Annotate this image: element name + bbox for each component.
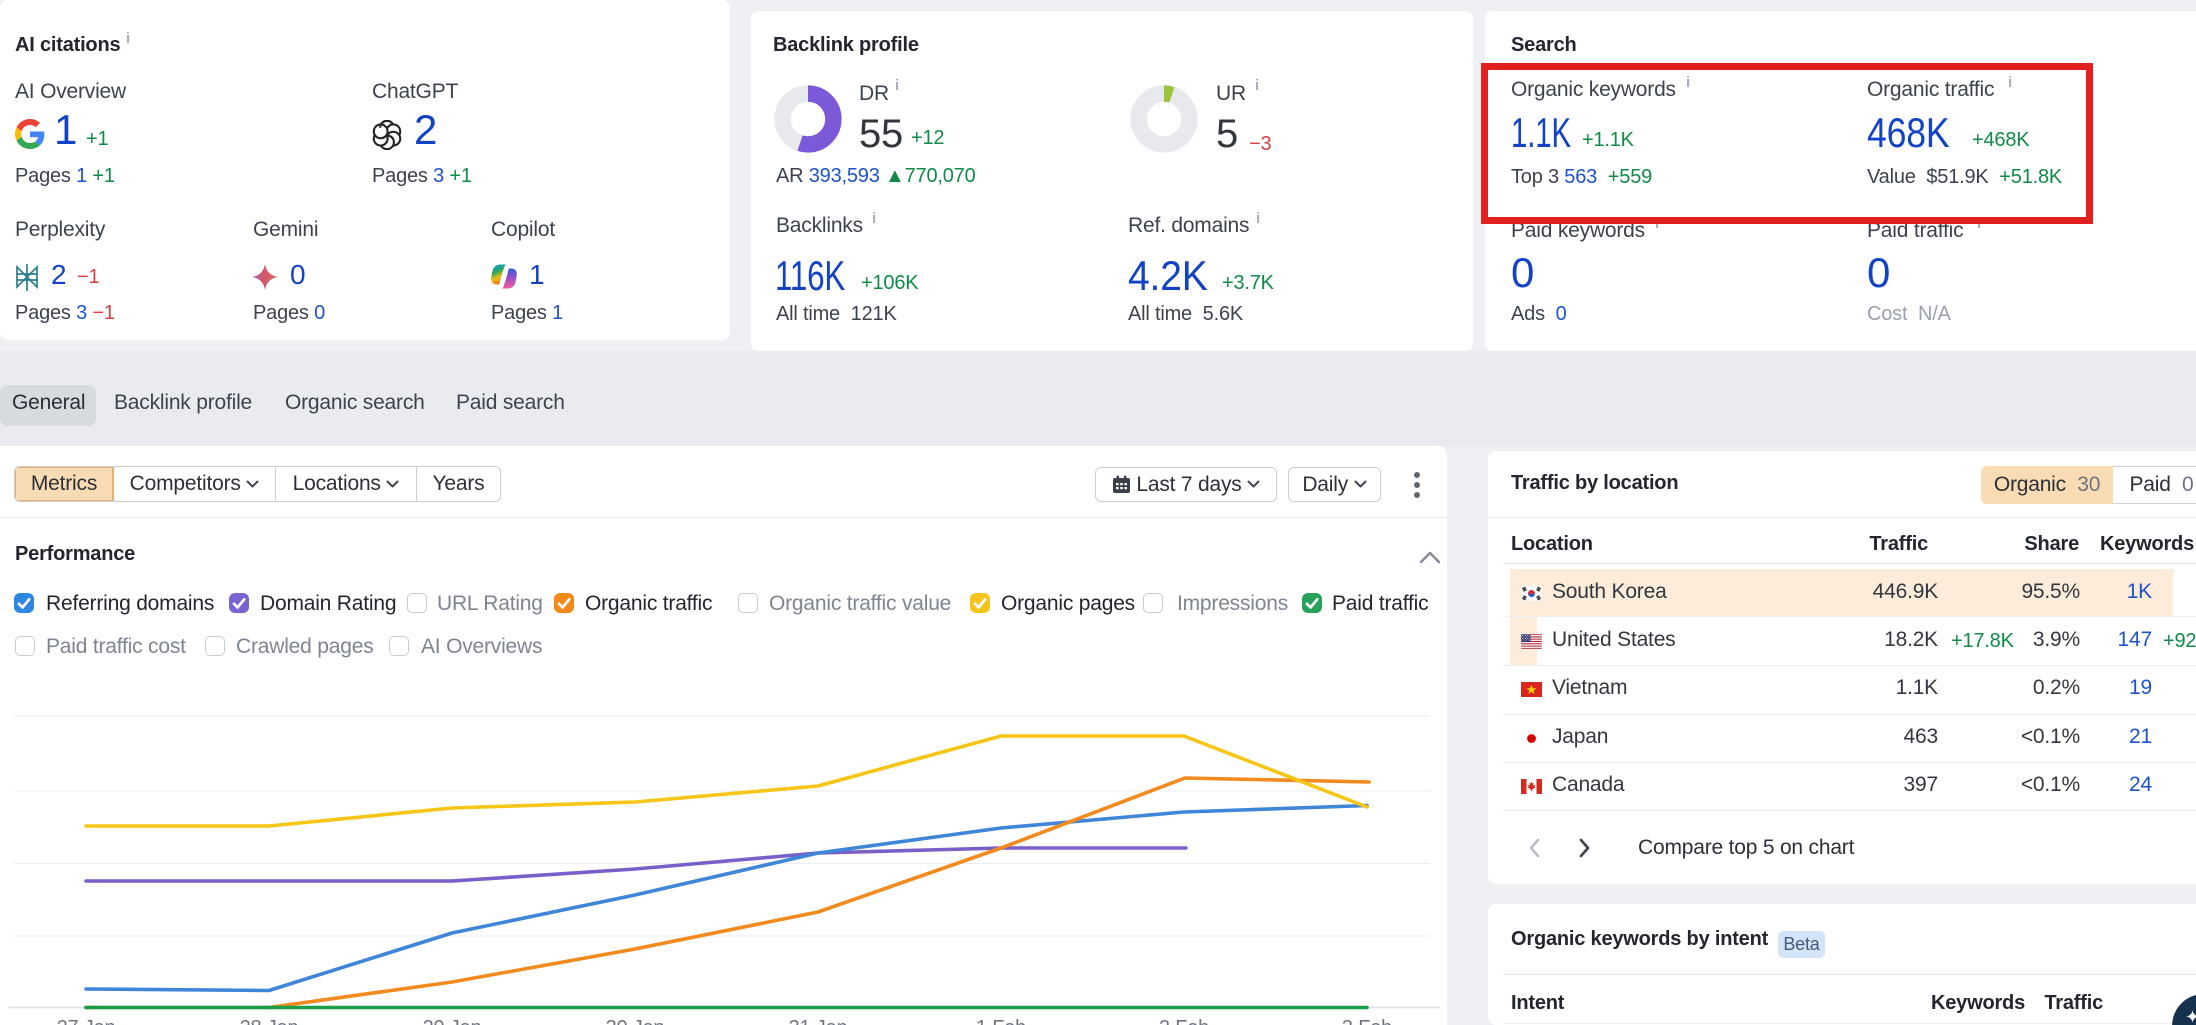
svg-text:3 Feb: 3 Feb (1342, 1017, 1392, 1025)
svg-text:2 Feb: 2 Feb (1159, 1017, 1209, 1025)
svg-text:1 Feb: 1 Feb (976, 1017, 1026, 1025)
svg-text:27 Jan: 27 Jan (57, 1017, 116, 1025)
svg-text:30 Jan: 30 Jan (606, 1017, 665, 1025)
svg-text:28 Jan: 28 Jan (240, 1017, 299, 1025)
svg-text:31 Jan: 31 Jan (789, 1017, 848, 1025)
svg-text:29 Jan: 29 Jan (423, 1017, 482, 1025)
